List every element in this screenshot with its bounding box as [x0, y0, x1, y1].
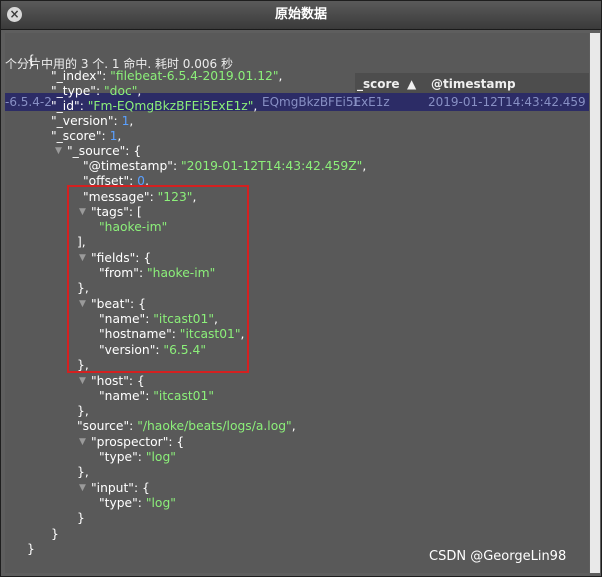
json-key: "source" [77, 419, 130, 433]
json-string: "2019-01-12T14:43:42.459Z" [181, 159, 363, 173]
json-key: "_type" [51, 84, 96, 98]
json-host-line: "host": { [91, 374, 145, 388]
dialog-title: 原始数据 [274, 7, 327, 22]
json-key: "_id" [51, 99, 80, 113]
json-key: "type" [99, 496, 138, 510]
json-source-line: "_source": { [67, 144, 142, 158]
json-type-line: "_type": "doc", [51, 84, 142, 98]
close-icon[interactable]: × [7, 7, 22, 22]
json-number: 1 [109, 129, 118, 143]
json-string: "doc" [104, 84, 138, 98]
json-version-line: "_version": 1, [51, 114, 134, 128]
json-string: "log" [145, 496, 176, 510]
json-index-line: "_index": "filebeat-6.5.4-2019.01.12", [51, 69, 283, 83]
json-open-brace: { [27, 53, 35, 67]
json-close-brace: }, [77, 404, 89, 418]
json-string: "/haoke/beats/logs/a.log" [137, 419, 292, 433]
json-id-line: "_id": "Fm-EQmgBkzBFEi5ExE1z", [51, 99, 258, 113]
json-timestamp-line: "@timestamp": "2019-01-12T14:43:42.459Z"… [83, 159, 367, 173]
vertical-scrollbar[interactable] [590, 33, 600, 573]
collapse-triangle-icon[interactable]: ▼ [79, 481, 86, 496]
json-prospector-line: "prospector": { [91, 435, 185, 449]
json-string: "Fm-EQmgBkzBFEi5ExE1z" [87, 99, 254, 113]
json-key: "type" [99, 450, 138, 464]
json-input-line: "input": { [91, 481, 150, 495]
json-string: "filebeat-6.5.4-2019.01.12" [110, 69, 279, 83]
json-host-name-line: "name": "itcast01" [99, 389, 214, 403]
json-key: "prospector" [91, 435, 169, 449]
content-panel: 个分片中用的 3 个. 1 命中. 耗时 0.006 秒 _score ▲ @t… [5, 33, 589, 573]
collapse-triangle-icon[interactable]: ▼ [79, 435, 86, 450]
raw-data-dialog: 原始数据 × 个分片中用的 3 个. 1 命中. 耗时 0.006 秒 _sco… [0, 0, 602, 577]
json-key: "_score" [51, 129, 102, 143]
highlight-annotation-box [67, 185, 249, 373]
json-key: "_source" [67, 144, 126, 158]
json-close-brace: } [51, 527, 59, 541]
json-string: "itcast01" [153, 389, 214, 403]
json-close-brace: } [27, 542, 35, 556]
json-viewer: { "_index": "filebeat-6.5.4-2019.01.12",… [5, 33, 589, 573]
json-key: "name" [99, 389, 146, 403]
json-prospector-type-line: "type": "log" [99, 450, 176, 464]
collapse-triangle-icon[interactable]: ▼ [55, 144, 62, 159]
json-input-type-line: "type": "log" [99, 496, 176, 510]
json-key: "_index" [51, 69, 103, 83]
json-key: "_version" [51, 114, 114, 128]
json-close-brace: } [77, 511, 85, 525]
json-key: "@timestamp" [83, 159, 173, 173]
json-score-line: "_score": 1, [51, 129, 122, 143]
collapse-triangle-icon[interactable]: ▼ [79, 374, 86, 389]
json-key: "host" [91, 374, 129, 388]
json-source-path-line: "source": "/haoke/beats/logs/a.log", [77, 419, 296, 433]
json-string: "log" [145, 450, 176, 464]
json-key: "input" [91, 481, 134, 495]
watermark: CSDN @GeorgeLin98 [429, 549, 567, 564]
title-bar: 原始数据 × [1, 1, 601, 30]
json-number: 1 [121, 114, 130, 128]
json-close-brace: }, [77, 465, 89, 479]
